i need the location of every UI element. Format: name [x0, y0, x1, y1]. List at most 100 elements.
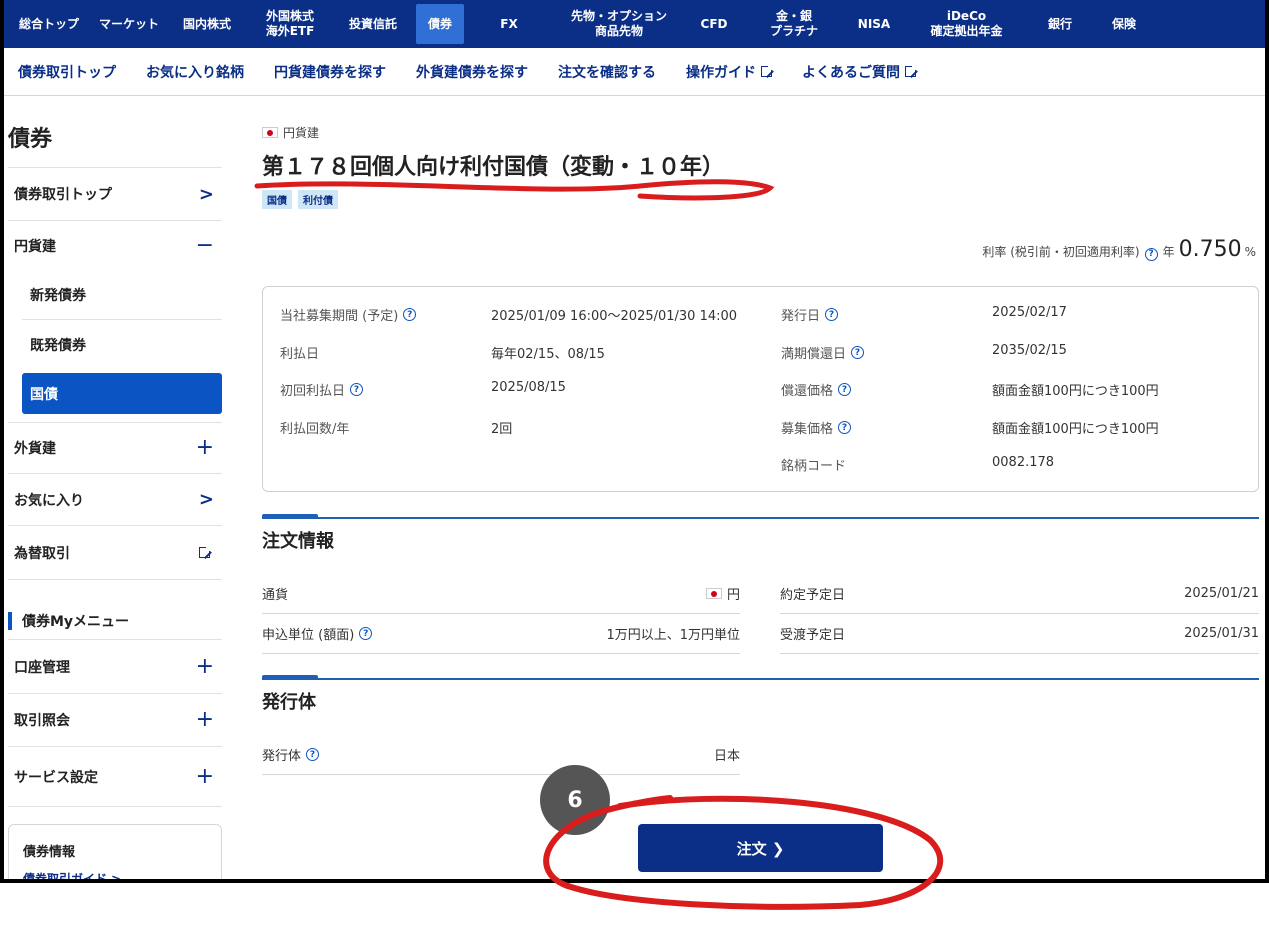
help-icon[interactable]: ? — [851, 346, 865, 359]
contract-date-value: 2025/01/21 — [1184, 586, 1259, 601]
unit-row: 申込単位 (額面)? 1万円以上、1万円単位 — [262, 614, 740, 654]
sidebar-item-service[interactable]: サービス設定 + — [8, 747, 222, 807]
sidebar-item-bond-top[interactable]: 債券取引トップ > — [8, 167, 222, 221]
subnav-favorites[interactable]: お気に入り銘柄 — [146, 62, 244, 82]
first-interest-value: 2025/08/15 — [491, 380, 566, 395]
help-icon[interactable]: ? — [1144, 247, 1158, 261]
sidebar-item-fx-trade[interactable]: 為替取引 — [8, 526, 222, 580]
unit-row-label: 申込単位 (額面) — [262, 628, 355, 643]
nav-bank[interactable]: 銀行 — [1029, 4, 1091, 44]
first-interest-label: 初回利払日? — [280, 380, 364, 399]
help-icon[interactable]: ? — [838, 383, 852, 396]
external-link-icon — [761, 64, 774, 77]
sidebar-item-existing[interactable]: 既発債券 — [22, 320, 222, 370]
sidebar-item-label: 債券取引トップ — [14, 187, 112, 203]
code-label: 銘柄コード — [781, 459, 847, 474]
nav-investment-trust[interactable]: 投資信託 — [330, 4, 416, 44]
nav-gold[interactable]: 金・銀 プラチナ — [744, 4, 844, 44]
offer-price-value: 額面金額100円につき100円 — [992, 422, 1159, 437]
nav-insurance[interactable]: 保険 — [1091, 4, 1157, 44]
help-icon[interactable]: ? — [350, 383, 364, 396]
nav-market[interactable]: マーケット — [94, 4, 164, 44]
sidebar-item-account[interactable]: 口座管理 + — [8, 641, 222, 694]
subnav-faq[interactable]: よくあるご質問 — [802, 62, 918, 82]
offer-period-value: 2025/01/09 16:00〜2025/01/30 14:00 — [491, 309, 738, 324]
interest-date-label: 利払日 — [280, 347, 320, 362]
section-marker — [8, 611, 12, 630]
contract-date-label: 約定予定日 — [780, 588, 846, 603]
help-icon[interactable]: ? — [838, 421, 852, 434]
nav-domestic-stock[interactable]: 国内株式 — [164, 4, 250, 44]
sidebar-item-label: お気に入り — [14, 492, 84, 509]
subnav-confirm-orders[interactable]: 注文を確認する — [558, 62, 656, 82]
section-divider — [262, 675, 1259, 680]
sidebar-my-menu: 債券Myメニュー — [8, 602, 222, 640]
nav-futures[interactable]: 先物・オプション 商品先物 — [554, 4, 684, 44]
sidebar-item-label: 円貨建 — [14, 239, 56, 255]
sidebar-item-new-issue[interactable]: 新発債券 — [22, 271, 222, 320]
nav-foreign-stock[interactable]: 外国株式 海外ETF — [250, 4, 330, 44]
maturity-value: 2035/02/15 — [992, 343, 1067, 358]
sidebar-item-label: 口座管理 — [14, 660, 70, 676]
japan-flag-icon — [262, 127, 278, 138]
subnav-yen-bonds[interactable]: 円貨建債券を探す — [274, 62, 386, 82]
bond-details-card: 当社募集期間 (予定)? 2025/01/09 16:00〜2025/01/30… — [262, 286, 1259, 492]
subnav-faq-label: よくあるご質問 — [802, 64, 900, 81]
sidebar: 債券 債券取引トップ > 円貨建 − 新発債券 既発債券 国債 外貨建 + お気に入り… — [4, 97, 224, 879]
subnav-guide[interactable]: 操作ガイド — [686, 62, 774, 82]
rate-prefix: 年 — [1162, 245, 1175, 259]
info-box-title: 債券情報 — [23, 845, 76, 860]
minus-icon: − — [195, 233, 214, 258]
order-info-title: 注文情報 — [262, 531, 334, 552]
sidebar-item-inquiry[interactable]: 取引照会 + — [8, 694, 222, 747]
issue-date-value: 2025/02/17 — [992, 305, 1067, 320]
currency-row-value: 円 — [726, 588, 740, 603]
currency-row-label: 通貨 — [262, 588, 289, 603]
offer-period-label: 当社募集期間 (予定)? — [280, 305, 417, 324]
nav-ideco[interactable]: iDeCo 確定拠出年金 — [904, 4, 1029, 44]
sidebar-item-label: 為替取引 — [14, 545, 70, 562]
sidebar-item-foreign[interactable]: 外貨建 + — [8, 422, 222, 474]
bond-subnav: 債券取引トップ お気に入り銘柄 円貨建債券を探す 外貨建債券を探す 注文を確認す… — [4, 48, 1265, 96]
sidebar-item-label: サービス設定 — [14, 769, 98, 786]
nav-fx[interactable]: FX — [464, 4, 554, 44]
subnav-foreign-bonds[interactable]: 外貨建債券を探す — [416, 62, 528, 82]
interest-count-value: 2回 — [491, 422, 513, 437]
my-menu-label: 債券Myメニュー — [22, 613, 130, 630]
issue-date-label: 発行日? — [781, 305, 839, 324]
delivery-date-row: 受渡予定日 2025/01/31 — [780, 614, 1259, 654]
browser-frame: 総合トップ マーケット 国内株式 外国株式 海外ETF 投資信託 債券 FX 先… — [0, 0, 1269, 883]
sidebar-item-label: 外貨建 — [14, 441, 56, 457]
redemption-label: 償還価格? — [781, 380, 852, 399]
order-button[interactable]: 注文 ❯ — [638, 824, 883, 872]
step-badge: 6 — [540, 765, 610, 835]
subnav-bond-top[interactable]: 債券取引トップ — [18, 62, 116, 82]
bond-guide-link[interactable]: 債券取引ガイド > — [23, 870, 207, 879]
sidebar-item-yen[interactable]: 円貨建 − — [8, 221, 222, 271]
rate-label: 利率 (税引前・初回適用利率) — [982, 245, 1140, 259]
sidebar-item-favorites[interactable]: お気に入り > — [8, 474, 222, 526]
chevron-right-icon: > — [198, 183, 214, 205]
issuer-row-label: 発行体 — [262, 749, 302, 764]
unit-row-value: 1万円以上、1万円単位 — [606, 628, 740, 643]
sidebar-item-jgb[interactable]: 国債 — [22, 373, 222, 414]
nav-bonds[interactable]: 債券 — [416, 4, 464, 44]
currency-row: 通貨 円 — [262, 574, 740, 614]
nav-home[interactable]: 総合トップ — [4, 4, 94, 44]
chevron-right-icon: > — [198, 489, 214, 510]
plus-icon: + — [195, 707, 214, 732]
sidebar-item-label: 取引照会 — [14, 713, 70, 729]
plus-icon: + — [195, 654, 214, 679]
maturity-label: 満期償還日? — [781, 343, 865, 362]
external-link-icon — [199, 545, 212, 558]
plus-icon: + — [195, 435, 214, 460]
nav-cfd[interactable]: CFD — [684, 4, 744, 44]
help-icon[interactable]: ? — [825, 308, 839, 321]
rate-unit: % — [1244, 245, 1256, 259]
help-icon[interactable]: ? — [359, 627, 373, 640]
plus-icon: + — [195, 763, 214, 789]
help-icon[interactable]: ? — [306, 748, 320, 761]
help-icon[interactable]: ? — [403, 308, 417, 321]
bond-info-box: 債券情報 債券取引ガイド > — [8, 824, 222, 879]
nav-nisa[interactable]: NISA — [844, 4, 904, 44]
